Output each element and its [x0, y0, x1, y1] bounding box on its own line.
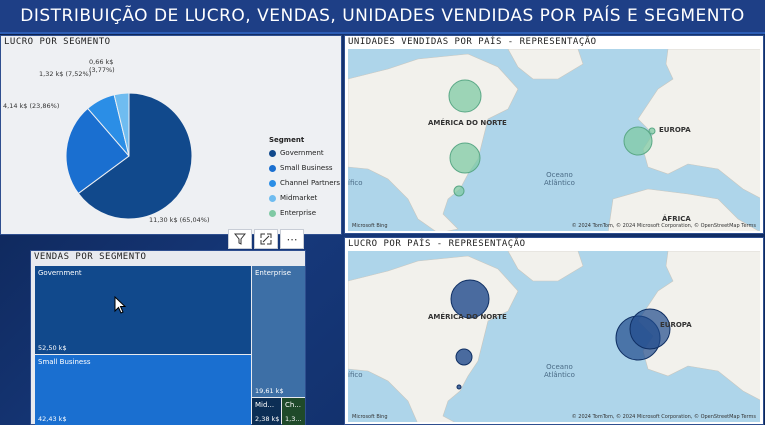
- legend-label: Small Business: [280, 164, 333, 172]
- visual-toolbar: ⋯: [228, 229, 304, 249]
- map-label-africa: ÁFRICA: [662, 215, 691, 223]
- legend-item-midmarket[interactable]: Midmarket: [269, 194, 340, 202]
- treemap-tile-enterprise[interactable]: Enterprise 19,61 k$: [252, 266, 305, 397]
- treemap-tile-small-business[interactable]: Small Business 42,43 k$: [35, 355, 251, 425]
- treemap-tile-government[interactable]: Government 52,50 k$: [35, 266, 251, 354]
- filter-icon[interactable]: [228, 229, 252, 249]
- sales-by-segment-treemap-panel[interactable]: VENDAS POR SEGMENTO Government 52,50 k$ …: [30, 250, 306, 425]
- tile-label: Ch...: [285, 401, 301, 409]
- map-canvas[interactable]: AMÉRICA DO NORTE EUROPA ÁFRICA Oceano At…: [348, 49, 760, 231]
- map-label-north-america: AMÉRICA DO NORTE: [428, 313, 507, 321]
- treemap-tile-midmarket[interactable]: Mid... 2,38 k$: [252, 398, 281, 425]
- legend-label: Enterprise: [280, 209, 317, 217]
- map-label-atlantic: Oceano Atlântico: [544, 171, 575, 187]
- legend-item-small-business[interactable]: Small Business: [269, 164, 340, 172]
- map-land: [348, 49, 760, 231]
- legend-item-channel-partners[interactable]: Channel Partners: [269, 179, 340, 187]
- map-label-pacific: ífico: [348, 179, 363, 187]
- pie-label-channel-partners: 1,32 k$ (7,52%): [39, 70, 92, 78]
- panel-title: VENDAS POR SEGMENTO: [34, 252, 147, 262]
- map-label-pacific: ífico: [348, 371, 363, 379]
- tile-label: Small Business: [38, 358, 91, 366]
- legend-dot-icon: [269, 179, 276, 187]
- dashboard-title: DISTRIBUIÇÃO DE LUCRO, VENDAS, UNIDADES …: [20, 6, 745, 26]
- profit-by-country-map-panel[interactable]: LUCRO POR PAÍS - REPRESENTAÇÃO AMÉRICA D…: [344, 237, 764, 425]
- map-canvas[interactable]: AMÉRICA DO NORTE EUROPA Oceano Atlântico…: [348, 251, 760, 422]
- dashboard-header: DISTRIBUIÇÃO DE LUCRO, VENDAS, UNIDADES …: [0, 0, 765, 34]
- tile-value: 52,50 k$: [38, 344, 67, 352]
- tile-value: 1,3...: [285, 415, 302, 423]
- pie-label-government: 11,30 k$ (65,04%): [149, 216, 210, 224]
- legend-item-enterprise[interactable]: Enterprise: [269, 209, 340, 217]
- legend-label: Midmarket: [280, 194, 318, 202]
- legend-dot-icon: [269, 209, 276, 217]
- tile-label: Enterprise: [255, 269, 292, 277]
- more-options-button[interactable]: ⋯: [280, 229, 304, 249]
- tile-label: Government: [38, 269, 82, 277]
- tile-value: 19,61 k$: [255, 387, 284, 395]
- profit-by-segment-panel[interactable]: LUCRO POR SEGMENTO 11,30 k$ (65,04%) 4,1…: [0, 35, 342, 235]
- legend-item-government[interactable]: Government: [269, 149, 340, 157]
- map-label-europe: EUROPA: [659, 126, 691, 134]
- tile-value: 42,43 k$: [38, 415, 67, 423]
- map-credits[interactable]: © 2024 TomTom, © 2024 Microsoft Corporat…: [572, 414, 756, 420]
- units-by-country-map-panel[interactable]: UNIDADES VENDIDAS POR PAÍS - REPRESENTAÇ…: [344, 35, 764, 234]
- mouse-cursor-icon: [114, 296, 127, 314]
- map-land: [348, 251, 760, 422]
- focus-mode-icon[interactable]: [254, 229, 278, 249]
- pie-label-midmarket: 0,66 k$ (3,77%): [89, 58, 115, 74]
- map-credits[interactable]: © 2024 TomTom, © 2024 Microsoft Corporat…: [572, 223, 756, 229]
- map-label-atlantic: Oceano Atlântico: [544, 363, 575, 379]
- pie-legend: Segment Government Small Business Channe…: [269, 136, 340, 224]
- panel-title: LUCRO POR PAÍS - REPRESENTAÇÃO: [348, 239, 526, 249]
- pie-label-small-business: 4,14 k$ (23,86%): [3, 102, 60, 110]
- panel-title: UNIDADES VENDIDAS POR PAÍS - REPRESENTAÇ…: [348, 37, 597, 47]
- tile-value: 2,38 k$: [255, 415, 280, 423]
- legend-dot-icon: [269, 164, 276, 172]
- treemap-tile-channel-partners[interactable]: Ch... 1,3...: [282, 398, 305, 425]
- map-label-europe: EUROPA: [660, 321, 692, 329]
- bing-logo: Microsoft Bing: [352, 414, 388, 420]
- bing-logo: Microsoft Bing: [352, 223, 388, 229]
- legend-dot-icon: [269, 194, 276, 202]
- legend-label: Channel Partners: [280, 179, 341, 187]
- tile-label: Mid...: [255, 401, 275, 409]
- legend-dot-icon: [269, 149, 276, 157]
- legend-label: Government: [280, 149, 324, 157]
- legend-title: Segment: [269, 136, 305, 144]
- map-label-north-america: AMÉRICA DO NORTE: [428, 119, 507, 127]
